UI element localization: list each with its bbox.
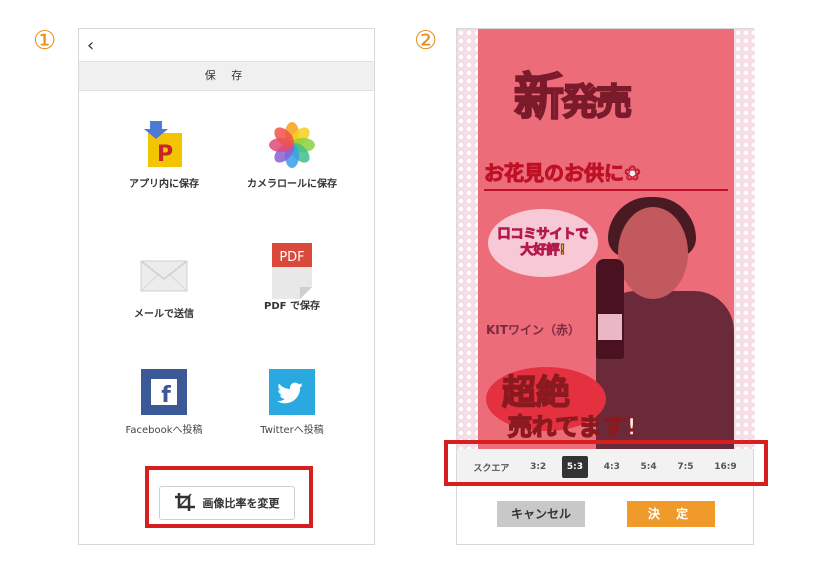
twitter-label: Twitterへ投稿 bbox=[260, 425, 324, 436]
pdf-icon: PDF bbox=[272, 243, 312, 299]
mail-option[interactable]: メールで送信 bbox=[99, 251, 229, 320]
photos-icon bbox=[268, 121, 316, 169]
poster-subtitle: お花見のお供に❀ bbox=[484, 157, 728, 191]
facebook-icon: f bbox=[141, 369, 187, 415]
wine-bottle-image bbox=[596, 259, 624, 359]
highlight-box-ratio-bar bbox=[444, 440, 768, 486]
poster-side-pattern-right bbox=[734, 29, 755, 449]
confirm-button[interactable]: 決 定 bbox=[627, 501, 715, 527]
twitter-option[interactable]: Twitterへ投稿 bbox=[227, 369, 357, 436]
camera-roll-option[interactable]: カメラロールに保存 bbox=[227, 121, 357, 190]
facebook-option[interactable]: f Facebookへ投稿 bbox=[99, 369, 229, 436]
poster-person-face bbox=[618, 207, 688, 299]
poster-product-name: KITワイン（赤） bbox=[486, 323, 580, 337]
camera-roll-label: カメラロールに保存 bbox=[247, 179, 337, 190]
svg-text:f: f bbox=[161, 383, 171, 408]
mail-label: メールで送信 bbox=[134, 309, 194, 320]
app-save-icon: P bbox=[142, 121, 186, 169]
mail-icon bbox=[140, 251, 188, 299]
pdf-option[interactable]: PDF PDF で保存 bbox=[227, 243, 357, 312]
wine-bottle-label bbox=[598, 314, 622, 340]
back-chevron-icon[interactable]: ‹ bbox=[87, 35, 94, 56]
step-number-2: ② bbox=[414, 26, 438, 56]
save-in-app-option[interactable]: P アプリ内に保存 bbox=[99, 121, 229, 190]
twitter-icon bbox=[269, 369, 315, 415]
cancel-button[interactable]: キャンセル bbox=[497, 501, 585, 527]
save-title: 保 存 bbox=[79, 61, 374, 91]
pdf-label: PDF で保存 bbox=[264, 301, 320, 312]
highlight-box-aspect-button bbox=[145, 466, 313, 528]
save-in-app-label: アプリ内に保存 bbox=[129, 179, 199, 190]
poster-side-pattern-left bbox=[457, 29, 478, 449]
facebook-label: Facebookへ投稿 bbox=[125, 425, 203, 436]
svg-text:P: P bbox=[157, 142, 173, 167]
poster-selling-text: 売れてます! bbox=[507, 412, 638, 442]
step-number-1: ① bbox=[33, 26, 57, 56]
poster-preview: 新発売 お花見のお供に❀ 口コミサイトで 大好評! KITワイン（赤） 超絶 売… bbox=[478, 29, 734, 449]
poster-title: 新発売 bbox=[513, 67, 633, 127]
poster-review-burst: 口コミサイトで 大好評! bbox=[488, 209, 598, 277]
svg-text:PDF: PDF bbox=[279, 250, 304, 265]
